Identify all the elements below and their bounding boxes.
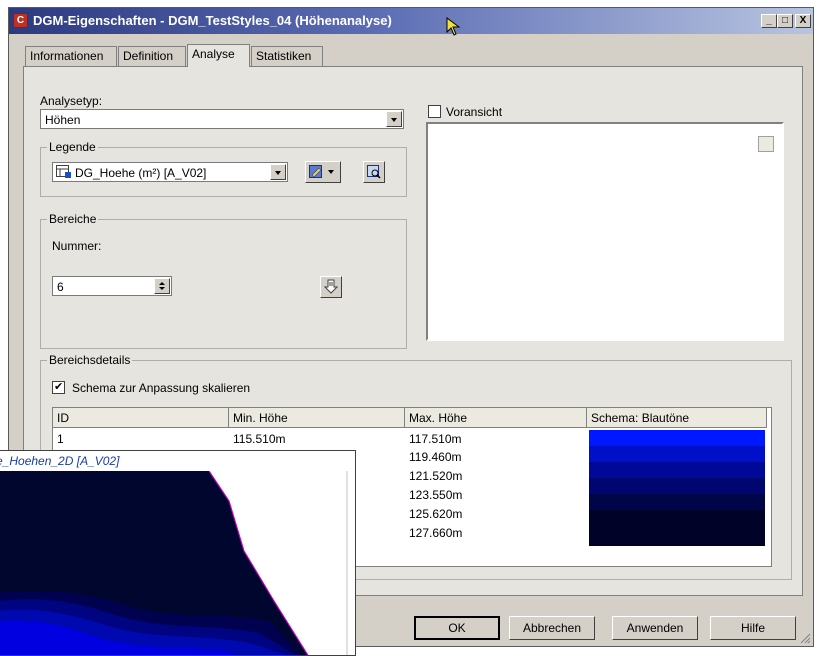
voransicht-label: Voransicht xyxy=(446,105,503,119)
tab-statistiken[interactable]: Statistiken xyxy=(251,46,323,66)
title-bar[interactable]: C DGM-Eigenschaften - DGM_TestStyles_04 … xyxy=(9,8,813,34)
tab-definition[interactable]: Definition xyxy=(118,46,186,66)
row-1-min: 115.510m xyxy=(233,432,286,446)
legende-title: Legende xyxy=(47,140,98,154)
spin-buttons[interactable] xyxy=(154,278,170,294)
schema-label: Schema zur Anpassung skalieren xyxy=(72,381,251,395)
bereiche-title: Bereiche xyxy=(47,212,99,226)
nummer-value: 6 xyxy=(57,280,64,294)
row-1-max: 117.510m xyxy=(409,432,462,446)
schema-checkbox[interactable] xyxy=(52,380,65,394)
minimize-button[interactable]: _ xyxy=(761,14,777,28)
tab-analyse[interactable]: Analyse xyxy=(187,44,250,67)
tab-informationen[interactable]: Informationen xyxy=(25,46,117,66)
apply-button[interactable]: Anwenden xyxy=(612,616,698,640)
column-header-schema[interactable]: Schema: Blautöne xyxy=(587,408,767,428)
elevation-map xyxy=(0,471,355,655)
arrow-down-icon xyxy=(324,279,338,294)
cancel-button[interactable]: Abbrechen xyxy=(509,616,595,640)
bereichsdetails-title: Bereichsdetails xyxy=(47,353,133,367)
row-1-id: 1 xyxy=(57,432,64,446)
row-2-swatch xyxy=(589,446,765,462)
voransicht-checkbox[interactable] xyxy=(428,105,441,118)
search-icon xyxy=(367,165,381,179)
window-title: DGM-Eigenschaften - DGM_TestStyles_04 (H… xyxy=(33,13,392,28)
legende-value: DG_Hoehe (m²) [A_V02] xyxy=(75,166,207,180)
help-button[interactable]: Hilfe xyxy=(710,616,796,640)
chevron-down-icon[interactable] xyxy=(270,164,286,180)
maximize-button[interactable]: □ xyxy=(777,14,793,28)
column-header-id[interactable]: ID xyxy=(53,408,229,428)
legende-group: Legende DG_Hoehe (m²) [A_V02] xyxy=(40,140,407,197)
row-3-swatch xyxy=(589,462,765,478)
resize-grip-icon[interactable] xyxy=(799,632,811,644)
row-1-swatch xyxy=(589,430,765,446)
row-3-max: 121.520m xyxy=(409,469,463,483)
nummer-label: Nummer: xyxy=(52,239,102,253)
table-icon xyxy=(56,165,71,178)
row-5-max: 125.620m xyxy=(409,507,463,521)
row-5-swatch xyxy=(589,494,765,510)
preview-toggle-icon[interactable] xyxy=(758,136,774,152)
close-button[interactable]: X xyxy=(795,14,811,28)
column-header-min[interactable]: Min. Höhe xyxy=(229,408,405,428)
browse-style-button[interactable] xyxy=(363,161,385,183)
analysetyp-select[interactable]: Höhen xyxy=(40,109,404,129)
chevron-down-icon[interactable] xyxy=(386,111,402,127)
app-icon: C xyxy=(13,13,28,28)
row-4-max: 123.550m xyxy=(409,488,463,502)
edit-style-icon xyxy=(309,165,334,178)
drawing-preview-title-bar: e_Hoehen_2D [A_V02] xyxy=(0,451,355,471)
apply-ranges-button[interactable] xyxy=(320,276,342,298)
analysetyp-value: Höhen xyxy=(45,113,81,127)
preview-area xyxy=(426,122,784,341)
drawing-preview-window: e_Hoehen_2D [A_V02] xyxy=(0,450,356,656)
bereiche-group: Bereiche Nummer: 6 xyxy=(40,212,407,349)
column-header-max[interactable]: Max. Höhe xyxy=(405,408,587,428)
row-6-swatch xyxy=(589,510,765,546)
row-4-swatch xyxy=(589,478,765,494)
mouse-cursor-icon xyxy=(446,17,461,36)
row-6-max: 127.660m xyxy=(409,526,463,540)
spin-icon xyxy=(159,282,165,290)
row-2-max: 119.460m xyxy=(409,450,462,464)
legende-select[interactable]: DG_Hoehe (m²) [A_V02] xyxy=(52,162,288,182)
analysetyp-label: Analysetyp: xyxy=(40,94,103,108)
drawing-preview-title: e_Hoehen_2D [A_V02] xyxy=(0,454,120,468)
nummer-stepper[interactable]: 6 xyxy=(52,276,172,296)
ok-button[interactable]: OK xyxy=(414,616,500,640)
edit-style-button[interactable] xyxy=(305,161,341,183)
